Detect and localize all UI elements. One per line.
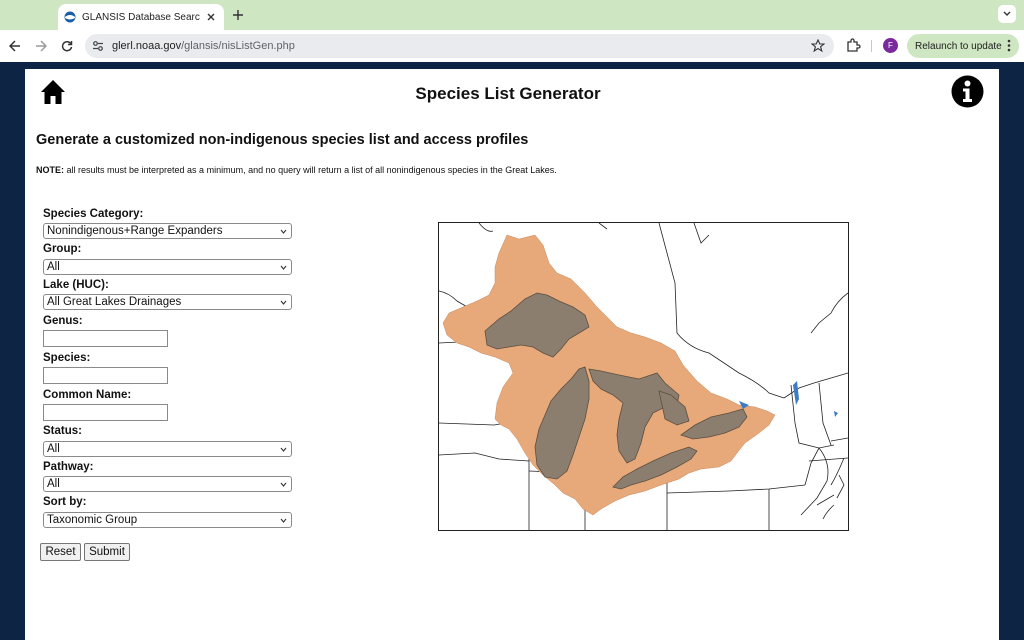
- genus-input[interactable]: [43, 330, 168, 347]
- url-path: /glansis/nisListGen.php: [181, 40, 295, 52]
- group-select[interactable]: All: [43, 259, 292, 275]
- page-subtitle: Generate a customized non-indigenous spe…: [36, 132, 529, 148]
- sort-by-label: Sort by:: [43, 496, 87, 508]
- genus-label: Genus:: [43, 315, 83, 327]
- common-name-label: Common Name:: [43, 389, 132, 401]
- lake-huc-select[interactable]: All Great Lakes Drainages: [43, 294, 292, 310]
- more-menu-icon[interactable]: [1007, 39, 1011, 52]
- relaunch-to-update-button[interactable]: Relaunch to update: [907, 34, 1019, 58]
- great-lakes-basin-map[interactable]: [438, 222, 849, 531]
- species-category-label: Species Category:: [43, 208, 144, 220]
- common-name-input[interactable]: [43, 404, 168, 421]
- species-label: Species:: [43, 352, 91, 364]
- chevron-down-icon: [280, 300, 287, 305]
- chevron-down-icon: [280, 447, 287, 452]
- sort-by-select[interactable]: Taxonomic Group: [43, 512, 292, 528]
- group-value: All: [47, 261, 60, 273]
- browser-tab[interactable]: GLANSIS Database Search: N: [58, 4, 224, 30]
- basin-map-graphic: [439, 223, 848, 530]
- species-category-value: Nonindigenous+Range Expanders: [47, 225, 223, 237]
- page-title: Species List Generator: [415, 84, 601, 103]
- chevron-down-icon: [280, 518, 287, 523]
- browser-tab-bar: GLANSIS Database Search: N: [0, 0, 1024, 30]
- sort-by-value: Taxonomic Group: [47, 514, 138, 526]
- group-label: Group:: [43, 243, 82, 255]
- new-tab-icon[interactable]: [230, 7, 246, 23]
- url-domain: glerl.noaa.gov: [112, 40, 182, 52]
- species-input[interactable]: [43, 367, 168, 384]
- browser-toolbar: glerl.noaa.gov/glansis/nisListGen.php F …: [0, 30, 1024, 62]
- chevron-down-icon: [280, 482, 287, 487]
- chevron-down-icon: [280, 229, 287, 234]
- profile-avatar[interactable]: F: [883, 38, 898, 53]
- reset-button[interactable]: Reset: [40, 543, 81, 561]
- note-body: all results must be interpreted as a min…: [64, 165, 557, 175]
- pathway-value: All: [47, 478, 60, 490]
- tab-search-chevron-icon[interactable]: [998, 5, 1016, 23]
- status-label: Status:: [43, 425, 82, 437]
- status-select[interactable]: All: [43, 441, 292, 457]
- url-text: glerl.noaa.gov/glansis/nisListGen.php: [112, 40, 295, 52]
- address-bar[interactable]: glerl.noaa.gov/glansis/nisListGen.php: [85, 34, 834, 58]
- extensions-puzzle-icon[interactable]: [845, 37, 861, 53]
- info-icon[interactable]: [951, 75, 984, 108]
- note-text: NOTE: all results must be interpreted as…: [36, 165, 557, 175]
- relaunch-label: Relaunch to update: [915, 40, 1002, 52]
- reload-icon[interactable]: [58, 37, 76, 55]
- pathway-select[interactable]: All: [43, 476, 292, 492]
- bookmark-star-icon[interactable]: [811, 39, 825, 53]
- submit-button[interactable]: Submit: [84, 543, 130, 561]
- noaa-favicon-icon: [64, 11, 76, 23]
- pathway-label: Pathway:: [43, 461, 94, 473]
- species-category-select[interactable]: Nonindigenous+Range Expanders: [43, 223, 292, 239]
- forward-arrow-icon[interactable]: [32, 37, 50, 55]
- note-label: NOTE:: [36, 165, 64, 175]
- status-value: All: [47, 443, 60, 455]
- tab-title: GLANSIS Database Search: N: [82, 11, 200, 23]
- back-arrow-icon[interactable]: [6, 37, 24, 55]
- site-info-icon[interactable]: [91, 39, 105, 53]
- chevron-down-icon: [280, 265, 287, 270]
- lake-huc-label: Lake (HUC):: [43, 279, 109, 291]
- close-tab-icon[interactable]: [204, 10, 218, 24]
- toolbar-divider: [871, 40, 872, 52]
- page-content: Species List Generator Generate a custom…: [25, 69, 999, 640]
- lake-huc-value: All Great Lakes Drainages: [47, 296, 182, 308]
